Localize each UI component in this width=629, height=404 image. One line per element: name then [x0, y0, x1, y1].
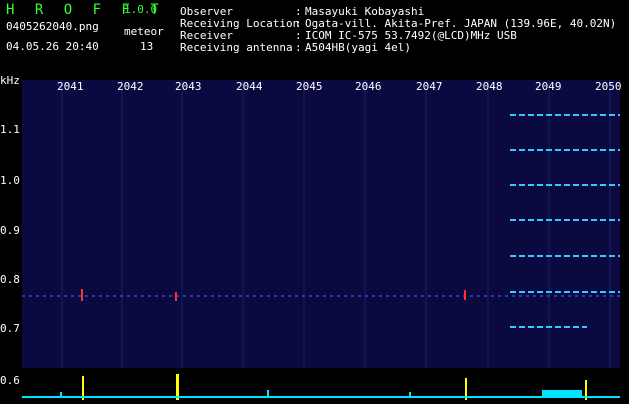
meteor-label: meteor — [124, 25, 164, 38]
x-tick-label: 2045 — [296, 80, 323, 93]
x-tick-label: 2049 — [535, 80, 562, 93]
x-tick-label: 2046 — [355, 80, 382, 93]
y-axis-unit: kHz — [0, 74, 20, 87]
spectrogram-panel — [22, 80, 620, 368]
meteor-detection-strip — [22, 370, 620, 400]
separator: : — [295, 41, 302, 54]
antenna-label: Receiving antenna — [180, 41, 293, 54]
spectrogram-svg — [22, 80, 620, 368]
x-tick-label: 2048 — [476, 80, 503, 93]
x-tick-label: 2047 — [416, 80, 443, 93]
y-tick-label: 0.9 — [0, 224, 20, 237]
x-tick-label: 2050 — [595, 80, 622, 93]
x-tick-label: 2043 — [175, 80, 202, 93]
y-tick-label: 0.7 — [0, 322, 20, 335]
app-version: 1.0.0 — [124, 3, 158, 16]
x-tick-label: 2042 — [117, 80, 144, 93]
file-name: 0405262040.png — [6, 20, 99, 33]
y-tick-label: 1.0 — [0, 174, 20, 187]
y-tick-label: 0.8 — [0, 273, 20, 286]
detection-svg — [22, 374, 620, 400]
x-tick-label: 2041 — [57, 80, 84, 93]
y-tick-label: 1.1 — [0, 123, 20, 136]
y-tick-label: 0.6 — [0, 374, 20, 387]
antenna-value: A504HB(yagi 4el) — [305, 41, 411, 54]
meteor-count: 13 — [140, 40, 154, 53]
date-time: 04.05.26 20:40 — [6, 40, 99, 53]
x-tick-label: 2044 — [236, 80, 263, 93]
